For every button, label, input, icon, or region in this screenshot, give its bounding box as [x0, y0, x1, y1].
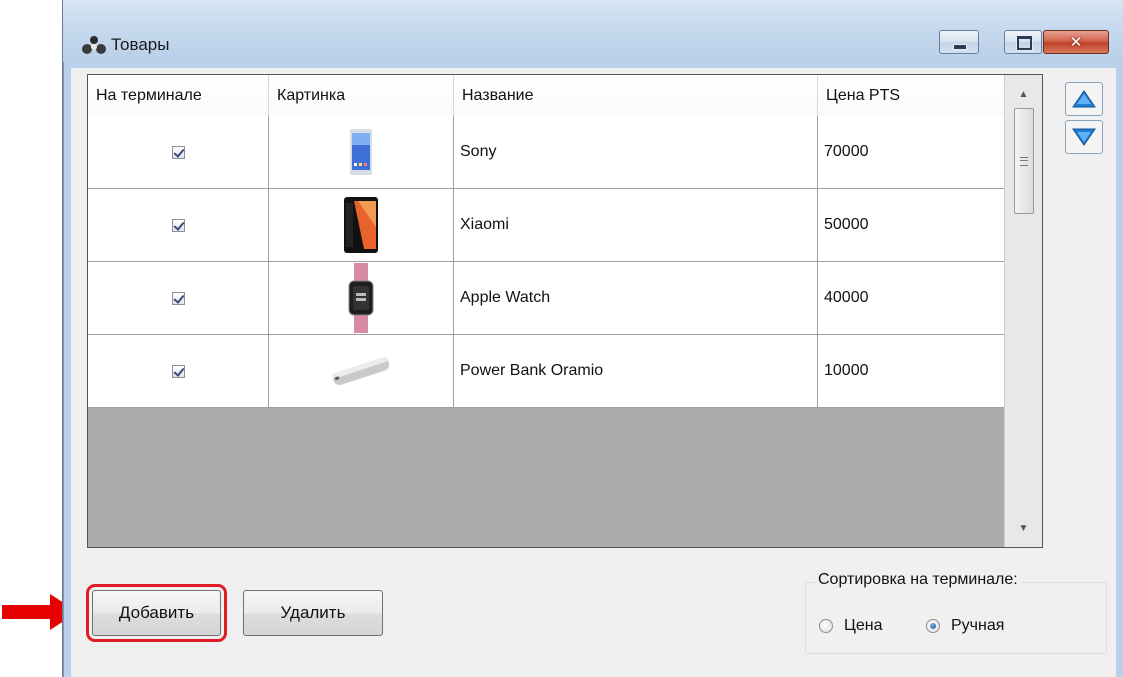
move-up-button[interactable] — [1065, 82, 1103, 116]
on-terminal-cell — [88, 189, 269, 261]
on-terminal-checkbox[interactable] — [171, 364, 185, 378]
table-row[interactable]: Sony 70000 — [88, 116, 1004, 189]
table-row[interactable]: Xiaomi 50000 — [88, 189, 1004, 262]
sort-price-label[interactable]: Цена — [844, 617, 882, 635]
on-terminal-cell — [88, 262, 269, 334]
close-icon: ✕ — [1069, 33, 1083, 51]
products-grid[interactable]: На терминале Картинка Название Цена PTS — [87, 74, 1043, 548]
arrow-down-icon — [1072, 128, 1096, 146]
price-cell: 50000 — [824, 216, 869, 233]
add-button[interactable]: Добавить — [86, 584, 227, 642]
price-cell: 70000 — [824, 143, 869, 160]
grip-icon — [1020, 156, 1028, 166]
scroll-up-icon[interactable]: ▲ — [1005, 79, 1042, 109]
sorting-group-title: Сортировка на терминале: — [815, 571, 1021, 589]
arrow-up-icon — [1072, 90, 1096, 108]
price-cell: 40000 — [824, 289, 869, 306]
on-terminal-cell — [88, 116, 269, 188]
client-area: На терминале Картинка Название Цена PTS — [71, 68, 1116, 677]
products-window: Товары ✕ На терминале Картинка Название … — [62, 0, 1123, 677]
image-cell — [269, 116, 454, 188]
move-down-button[interactable] — [1065, 120, 1103, 154]
delete-button[interactable]: Удалить — [243, 590, 383, 636]
grid-rows: Sony 70000 Xiaomi 50000 Apple Watch 4000… — [88, 116, 1004, 408]
column-header-image[interactable]: Картинка — [269, 75, 454, 116]
minimize-button[interactable] — [939, 30, 979, 54]
on-terminal-checkbox[interactable] — [171, 145, 185, 159]
sort-price-radio[interactable] — [819, 619, 833, 633]
power-bank-image — [332, 357, 390, 386]
column-header-name[interactable]: Название — [454, 75, 818, 116]
xiaomi-phone-image — [344, 197, 378, 253]
app-icon — [82, 36, 106, 54]
grid-vertical-scrollbar[interactable]: ▲ ▼ — [1004, 75, 1042, 547]
price-cell: 10000 — [824, 362, 869, 379]
apple-watch-image — [348, 263, 374, 333]
sort-manual-label[interactable]: Ручная — [951, 617, 1004, 635]
image-cell — [269, 189, 454, 261]
table-row[interactable]: Power Bank Oramio 10000 — [88, 335, 1004, 408]
column-header-price[interactable]: Цена PTS — [818, 75, 1004, 116]
on-terminal-checkbox[interactable] — [171, 291, 185, 305]
title-bar[interactable]: Товары ✕ — [63, 0, 1123, 62]
scroll-down-icon[interactable]: ▼ — [1005, 513, 1042, 543]
image-cell — [269, 262, 454, 334]
grid-header: На терминале Картинка Название Цена PTS — [88, 75, 1004, 117]
close-button[interactable]: ✕ — [1043, 30, 1109, 54]
maximize-button[interactable] — [1004, 30, 1042, 54]
image-cell — [269, 335, 454, 407]
name-cell: Xiaomi — [454, 189, 818, 261]
window-title: Товары — [111, 35, 170, 54]
scrollbar-thumb[interactable] — [1014, 108, 1034, 214]
table-row[interactable]: Apple Watch 40000 — [88, 262, 1004, 335]
on-terminal-cell — [88, 335, 269, 407]
sony-phone-image — [350, 129, 372, 175]
sort-manual-radio[interactable] — [926, 619, 940, 633]
on-terminal-checkbox[interactable] — [171, 218, 185, 232]
name-cell: Power Bank Oramio — [454, 335, 818, 407]
name-cell: Apple Watch — [454, 262, 818, 334]
minimize-icon — [953, 44, 967, 50]
maximize-icon — [1017, 36, 1032, 50]
column-header-on-terminal[interactable]: На терминале — [88, 75, 269, 116]
name-cell: Sony — [454, 116, 818, 188]
